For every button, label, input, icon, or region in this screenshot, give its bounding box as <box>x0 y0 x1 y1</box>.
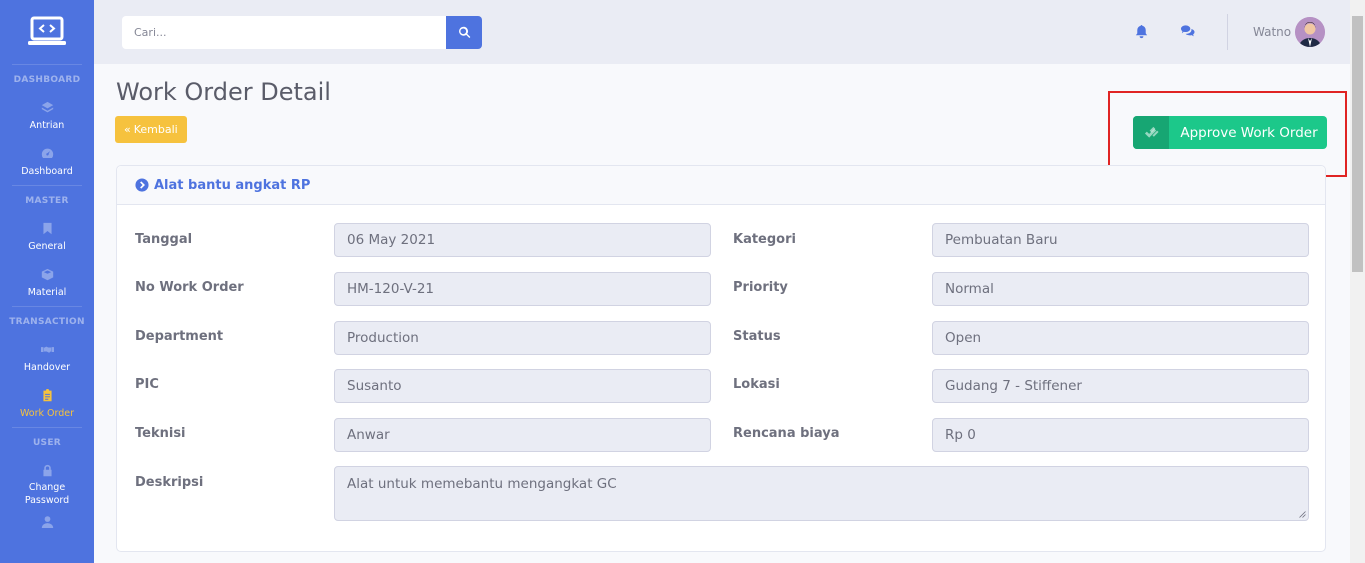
search-icon <box>458 26 470 39</box>
approve-button-label: Approve Work Order <box>1180 124 1318 141</box>
layers-icon <box>40 101 54 115</box>
search-input[interactable] <box>122 16 446 49</box>
gauge-icon <box>40 147 54 161</box>
label-tanggal: Tanggal <box>135 232 193 247</box>
sidebar-item-general[interactable]: General <box>0 214 94 260</box>
label-deskripsi: Deskripsi <box>135 475 204 490</box>
double-chevron-left-icon: « <box>124 123 131 136</box>
sidebar-item-profile[interactable] <box>0 514 94 534</box>
sidebar-item-label: Antrian <box>29 119 65 131</box>
sidebar-heading-master: MASTER <box>25 196 69 206</box>
bell-icon <box>1135 24 1148 39</box>
user-icon <box>40 514 54 528</box>
search-bar <box>122 16 482 49</box>
label-teknisi: Teknisi <box>135 426 186 441</box>
page-title: Work Order Detail <box>116 78 331 106</box>
sidebar-item-label: Dashboard <box>21 165 73 177</box>
handshake-icon <box>40 343 54 357</box>
label-pic: PIC <box>135 377 159 392</box>
deskripsi-text: Alat untuk memebantu mengangkat GC <box>347 476 617 492</box>
sidebar-item-work-order[interactable]: Work Order <box>0 381 94 427</box>
bookmark-icon <box>40 222 54 236</box>
comments-icon <box>1180 25 1195 37</box>
label-status: Status <box>733 329 781 344</box>
clipboard-icon <box>40 389 54 403</box>
cube-icon <box>40 268 54 282</box>
sidebar-heading-user: USER <box>32 438 62 448</box>
username[interactable]: Watno <box>1253 25 1291 39</box>
sidebar-item-handover[interactable]: Handover <box>0 335 94 381</box>
label-department: Department <box>135 329 224 344</box>
field-kategori[interactable]: Pembuatan Baru <box>932 223 1309 257</box>
avatar[interactable] <box>1295 17 1325 47</box>
alerts-button[interactable] <box>1134 24 1150 40</box>
label-kategori: Kategori <box>733 232 796 247</box>
page-scrollbar[interactable] <box>1350 0 1365 563</box>
brand-logo[interactable] <box>0 0 94 64</box>
user-avatar-icon <box>1295 17 1325 47</box>
double-check-icon <box>1144 126 1159 138</box>
field-lokasi[interactable]: Gudang 7 - Stiffener <box>932 369 1309 403</box>
sidebar-item-label: Work Order <box>19 407 75 419</box>
field-no-work-order[interactable]: HM-120-V-21 <box>334 272 711 306</box>
sidebar-item-antrian[interactable]: Antrian <box>0 93 94 139</box>
field-pic[interactable]: Susanto <box>334 369 711 403</box>
lock-icon <box>40 463 54 477</box>
scrollbar-thumb[interactable] <box>1352 16 1363 272</box>
field-department[interactable]: Production <box>334 321 711 355</box>
field-status[interactable]: Open <box>932 321 1309 355</box>
label-priority: Priority <box>733 280 788 295</box>
laptop-code-icon <box>28 16 66 45</box>
field-rencana-biaya[interactable]: Rp 0 <box>932 418 1309 452</box>
search-button[interactable] <box>446 16 482 49</box>
field-teknisi[interactable]: Anwar <box>334 418 711 452</box>
work-order-card: Alat bantu angkat RP Tanggal 06 May 2021… <box>116 165 1326 552</box>
back-button-label: Kembali <box>133 123 178 136</box>
approve-work-order-button[interactable]: Approve Work Order <box>1133 116 1327 149</box>
sidebar-heading-dashboard: DASHBOARD <box>13 75 81 85</box>
sidebar-item-dashboard[interactable]: Dashboard <box>0 139 94 185</box>
label-no-work-order: No Work Order <box>135 280 244 295</box>
circle-chevron-right-icon <box>135 178 149 192</box>
sidebar-heading-transaction: TRANSACTION <box>9 317 85 327</box>
field-tanggal[interactable]: 06 May 2021 <box>334 223 711 257</box>
topbar: Watno <box>94 0 1350 64</box>
label-rencana-biaya: Rencana biaya <box>733 426 840 441</box>
label-lokasi: Lokasi <box>733 377 780 392</box>
sidebar-item-change-password[interactable]: Change Password <box>0 456 94 514</box>
messages-button[interactable] <box>1180 24 1196 40</box>
sidebar-item-material[interactable]: Material <box>0 260 94 306</box>
sidebar-item-label: General <box>28 240 66 252</box>
back-button[interactable]: « Kembali <box>115 116 187 143</box>
field-priority[interactable]: Normal <box>932 272 1309 306</box>
field-deskripsi[interactable]: Alat untuk memebantu mengangkat GC <box>334 466 1309 521</box>
sidebar-item-label: Change Password <box>24 482 70 506</box>
topbar-divider <box>1227 14 1228 50</box>
sidebar-item-label: Material <box>27 286 67 298</box>
card-title: Alat bantu angkat RP <box>154 177 311 193</box>
sidebar-item-label: Handover <box>23 361 71 373</box>
resize-handle-icon[interactable] <box>1299 511 1306 518</box>
card-header: Alat bantu angkat RP <box>117 166 1325 205</box>
sidebar: DASHBOARD Antrian Dashboard MASTER Gener… <box>0 0 94 563</box>
